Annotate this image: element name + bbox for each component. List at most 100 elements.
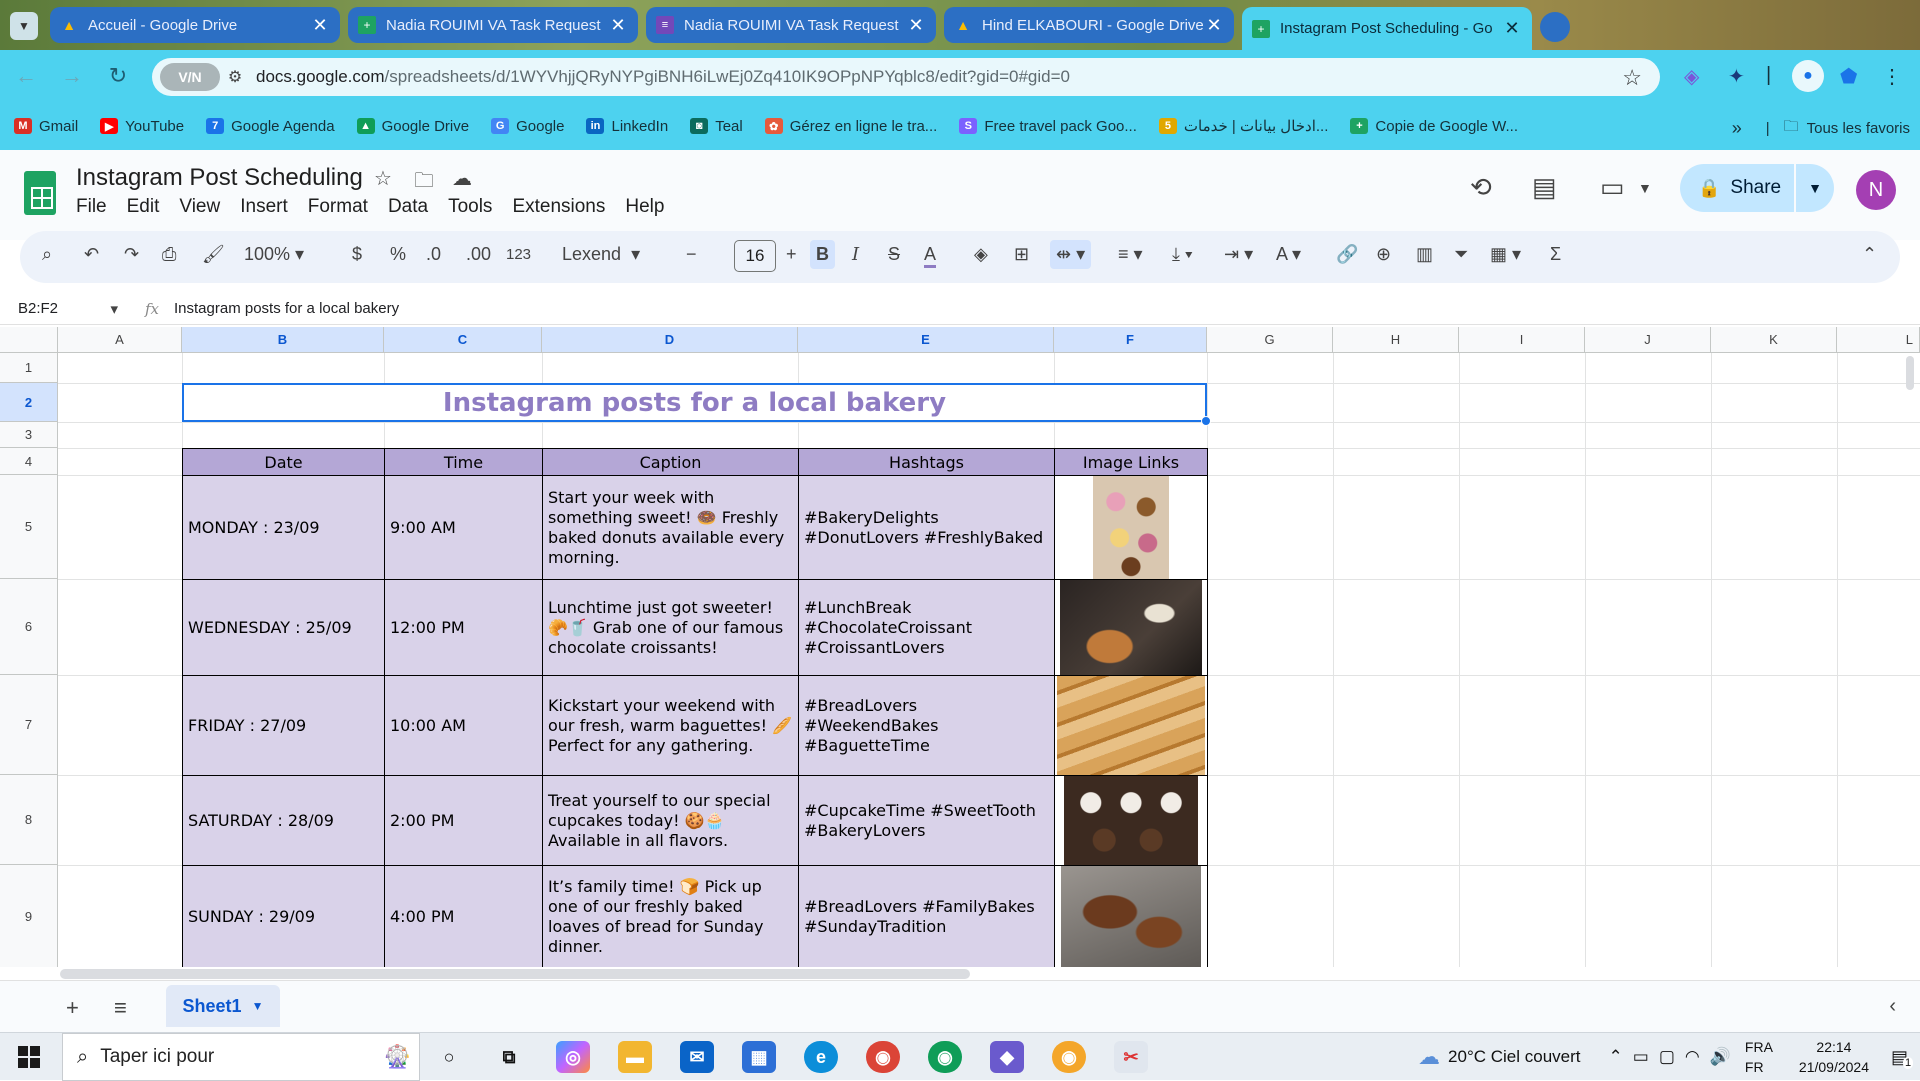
weather-text[interactable]: 20°C Ciel couvert xyxy=(1448,1047,1580,1067)
time-cell[interactable]: 4:00 PM xyxy=(384,865,543,967)
column-header[interactable]: J xyxy=(1585,327,1711,353)
time-cell[interactable]: 12:00 PM xyxy=(384,579,543,676)
search-icon[interactable]: ⌕ xyxy=(42,244,52,265)
vpn-badge[interactable]: V/N xyxy=(160,63,220,91)
spreadsheet-grid[interactable]: A B C D E F G H I J K L 1 2 3 4 5 6 7 8 … xyxy=(0,327,1920,967)
column-header[interactable]: D xyxy=(542,327,798,353)
text-wrap-icon[interactable]: ⇥ ▾ xyxy=(1224,244,1253,265)
time-cell[interactable]: 10:00 AM xyxy=(384,675,543,776)
header-hashtags[interactable]: Hashtags xyxy=(798,448,1055,476)
notifications-icon[interactable]: ▤ 1 xyxy=(1891,1047,1914,1069)
menu-format[interactable]: Format xyxy=(308,196,368,218)
browser-tab-hind-drive[interactable]: ▲ Hind ELKABOURI - Google Drive ✕ xyxy=(944,7,1234,43)
chevron-down-icon[interactable]: ▼ xyxy=(1638,180,1652,196)
menu-edit[interactable]: Edit xyxy=(127,196,160,218)
decrease-font-size-icon[interactable]: − xyxy=(686,244,697,265)
row-header[interactable]: 8 xyxy=(0,775,58,865)
browser-tab-instagram-scheduling[interactable]: + Instagram Post Scheduling - Go ✕ xyxy=(1242,7,1532,50)
header-image-links[interactable]: Image Links xyxy=(1054,448,1208,476)
share-button[interactable]: 🔒 Share ▼ xyxy=(1680,164,1834,212)
image-cell[interactable] xyxy=(1054,475,1208,580)
menu-tools[interactable]: Tools xyxy=(448,196,492,218)
row-header[interactable]: 9 xyxy=(0,865,58,967)
language-indicator[interactable]: FRA FR xyxy=(1745,1037,1773,1077)
avatar[interactable]: N xyxy=(1856,170,1896,210)
hashtags-cell[interactable]: #BreadLovers #WeekendBakes #BaguetteTime xyxy=(798,675,1055,776)
bookmark-teal[interactable]: ◙ Teal xyxy=(690,118,743,135)
column-header[interactable]: A xyxy=(58,327,182,353)
bookmark-arabic-services[interactable]: 5 ادخال بيانات | خدمات... xyxy=(1158,117,1328,135)
all-bookmarks-link[interactable]: Tous les favoris xyxy=(1807,120,1910,137)
app-icon[interactable]: ◆ xyxy=(990,1041,1024,1073)
tab-sheet1[interactable]: Sheet1 ▼ xyxy=(166,985,280,1027)
menu-file[interactable]: File xyxy=(76,196,107,218)
shield-icon[interactable]: ⬟ xyxy=(1840,64,1857,89)
caption-cell[interactable]: Lunchtime just got sweeter! 🥐🥤 Grab one … xyxy=(542,579,799,676)
vertical-align-icon[interactable]: ⤓ ▾ xyxy=(1172,244,1193,265)
windows-start-icon[interactable] xyxy=(18,1046,40,1068)
horizontal-scrollbar[interactable] xyxy=(60,969,970,979)
date-cell[interactable]: FRIDAY : 27/09 xyxy=(182,675,385,776)
text-rotation-icon[interactable]: A ▾ xyxy=(1276,244,1301,265)
date-cell[interactable]: MONDAY : 23/09 xyxy=(182,475,385,580)
meet-now-icon[interactable]: ▢ xyxy=(1659,1047,1675,1067)
vertical-scrollbar[interactable] xyxy=(1906,356,1914,390)
header-time[interactable]: Time xyxy=(384,448,543,476)
column-header[interactable]: I xyxy=(1459,327,1585,353)
taskbar-search[interactable]: ⌕ Taper ici pour 🎡 xyxy=(62,1033,420,1081)
site-settings-icon[interactable]: ⚙ xyxy=(220,67,250,87)
row-header[interactable]: 2 xyxy=(0,383,58,422)
font-size-input[interactable]: 16 xyxy=(734,240,776,272)
close-icon[interactable]: ✕ xyxy=(310,15,330,36)
bookmark-linkedin[interactable]: in LinkedIn xyxy=(586,118,668,135)
fill-color-icon[interactable]: ◈ xyxy=(974,244,988,265)
app-icon[interactable]: ◉ xyxy=(1052,1041,1086,1073)
row-header[interactable]: 7 xyxy=(0,675,58,775)
volume-icon[interactable]: 🔊 xyxy=(1710,1047,1731,1067)
back-icon[interactable]: ← xyxy=(10,60,42,92)
close-icon[interactable]: ✕ xyxy=(608,15,628,36)
battery-icon[interactable]: ▭ xyxy=(1633,1047,1649,1067)
bookmark-gmail[interactable]: M Gmail xyxy=(14,118,78,135)
forward-icon[interactable]: → xyxy=(56,60,88,92)
tab-search-button[interactable]: ▼ xyxy=(10,12,38,40)
close-icon[interactable]: ✕ xyxy=(1502,18,1522,39)
row-header[interactable]: 1 xyxy=(0,353,58,383)
hashtags-cell[interactable]: #CupcakeTime #SweetTooth #BakeryLovers xyxy=(798,775,1055,866)
column-header[interactable]: F xyxy=(1054,327,1207,353)
bookmark-google-drive[interactable]: ▲ Google Drive xyxy=(356,118,469,135)
font-select[interactable]: Lexend ▾ xyxy=(562,244,640,265)
header-date[interactable]: Date xyxy=(182,448,385,476)
time-cell[interactable]: 9:00 AM xyxy=(384,475,543,580)
row-header[interactable]: 4 xyxy=(0,448,58,475)
time-cell[interactable]: 2:00 PM xyxy=(384,775,543,866)
menu-view[interactable]: View xyxy=(179,196,220,218)
close-icon[interactable]: ✕ xyxy=(906,15,926,36)
chrome-icon[interactable]: ◉ xyxy=(866,1041,900,1073)
menu-data[interactable]: Data xyxy=(388,196,428,218)
collapse-panel-icon[interactable]: ‹ xyxy=(1889,995,1896,1018)
name-box[interactable]: B2:F2 xyxy=(0,300,130,318)
percent-format-button[interactable]: % xyxy=(390,244,406,265)
date-cell[interactable]: SUNDAY : 29/09 xyxy=(182,865,385,967)
image-cell[interactable] xyxy=(1054,675,1208,776)
increase-font-size-icon[interactable]: + xyxy=(786,244,797,265)
strikethrough-icon[interactable]: S xyxy=(888,244,900,265)
wifi-icon[interactable]: ◠ xyxy=(1685,1047,1700,1067)
selection-fill-handle[interactable] xyxy=(1201,416,1211,426)
browser-tab-task-request-form[interactable]: ≡ Nadia ROUIMI VA Task Request ✕ xyxy=(646,7,936,43)
undo-icon[interactable]: ↶ xyxy=(84,244,99,265)
caption-cell[interactable]: Start your week with something sweet! 🍩 … xyxy=(542,475,799,580)
document-title[interactable]: Instagram Post Scheduling xyxy=(76,164,363,192)
hashtags-cell[interactable]: #BreadLovers #FamilyBakes #SundayTraditi… xyxy=(798,865,1055,967)
caption-cell[interactable]: Kickstart your weekend with our fresh, w… xyxy=(542,675,799,776)
sheet-title-cell[interactable]: Instagram posts for a local bakery xyxy=(182,383,1207,422)
bold-button[interactable]: B xyxy=(810,240,835,269)
bookmark-travel-pack[interactable]: S Free travel pack Goo... xyxy=(959,118,1137,135)
file-explorer-icon[interactable]: ▬ xyxy=(618,1041,652,1073)
column-header[interactable]: B xyxy=(182,327,384,353)
row-header[interactable]: 3 xyxy=(0,422,58,448)
chevron-down-icon[interactable]: ▼ xyxy=(1808,180,1822,196)
clock[interactable]: 22:14 21/09/2024 xyxy=(1799,1037,1869,1077)
reload-icon[interactable]: ↻ xyxy=(102,60,134,92)
